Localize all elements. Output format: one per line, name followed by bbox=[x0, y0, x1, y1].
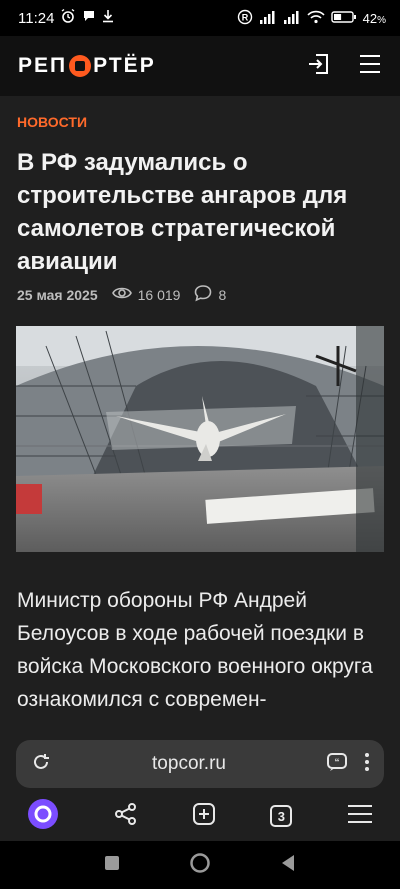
reload-icon[interactable] bbox=[30, 751, 52, 778]
logo-mark-icon bbox=[69, 55, 92, 77]
quote-icon[interactable]: “ bbox=[326, 751, 348, 778]
article-photo[interactable] bbox=[16, 326, 384, 552]
article-category[interactable]: НОВОСТИ bbox=[17, 114, 87, 130]
svg-text:“: “ bbox=[335, 757, 340, 768]
more-icon[interactable] bbox=[364, 751, 370, 778]
url-text[interactable]: topcor.ru bbox=[52, 753, 326, 775]
svg-text:R: R bbox=[241, 12, 248, 22]
battery-level: 42% bbox=[362, 10, 386, 26]
share-icon[interactable] bbox=[114, 802, 138, 831]
site-logo[interactable]: РЕП РТЁР bbox=[18, 54, 156, 78]
tabs-icon[interactable]: 3 bbox=[270, 805, 293, 827]
browser-toolbar: 3 bbox=[0, 795, 400, 837]
status-bar: 11:24 R 42% bbox=[0, 0, 400, 36]
chat-bubble-icon bbox=[82, 9, 96, 27]
comments-count: 8 bbox=[218, 286, 227, 303]
signal-icon-2 bbox=[283, 10, 301, 27]
signal-icon bbox=[259, 10, 277, 27]
download-icon bbox=[102, 9, 114, 27]
logo-text-left: РЕП bbox=[18, 54, 68, 77]
article-body: Министр обороны РФ Андрей Белоусов в ход… bbox=[17, 589, 373, 711]
comment-icon bbox=[194, 284, 212, 305]
logo-text-right: РТЁР bbox=[93, 54, 156, 77]
menu-icon[interactable] bbox=[358, 53, 382, 80]
home-icon[interactable] bbox=[189, 852, 211, 879]
article-title: В РФ задумались о строительстве ангаров … bbox=[17, 149, 348, 275]
eye-icon bbox=[111, 286, 132, 303]
article-views: 16 019 bbox=[111, 286, 181, 303]
alarm-icon bbox=[60, 8, 76, 28]
browser-menu-icon[interactable] bbox=[347, 804, 373, 829]
registered-icon: R bbox=[237, 9, 253, 28]
alice-icon[interactable] bbox=[27, 798, 59, 835]
views-count: 16 019 bbox=[137, 286, 181, 303]
article-date: 25 мая 2025 bbox=[17, 286, 98, 303]
site-header: РЕП РТЁР bbox=[0, 36, 400, 96]
status-time: 11:24 bbox=[18, 9, 55, 27]
new-tab-icon[interactable] bbox=[192, 802, 216, 831]
article-meta: 25 мая 2025 16 019 8 bbox=[17, 284, 226, 305]
recents-icon[interactable] bbox=[104, 855, 120, 876]
wifi-icon bbox=[307, 10, 325, 27]
article: НОВОСТИ В РФ задумались о строительстве … bbox=[0, 96, 400, 736]
login-icon[interactable] bbox=[306, 51, 332, 82]
back-icon[interactable] bbox=[280, 854, 296, 877]
address-bar[interactable]: topcor.ru “ bbox=[16, 740, 384, 788]
battery-icon bbox=[330, 10, 357, 27]
system-navigation bbox=[0, 841, 400, 889]
article-comments[interactable]: 8 bbox=[194, 284, 226, 305]
